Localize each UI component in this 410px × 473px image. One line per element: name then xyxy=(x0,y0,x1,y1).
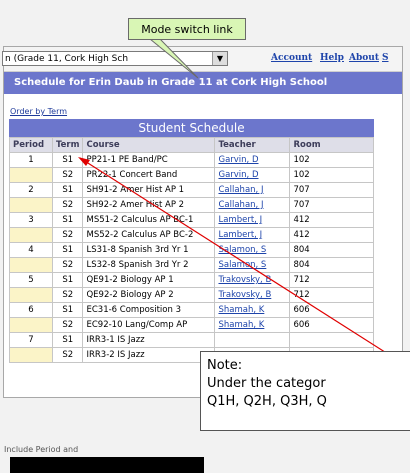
note-line-3: Q1H, Q2H, Q3H, Q xyxy=(207,394,327,409)
note-box: Note: Under the categor Q1H, Q2H, Q3H, Q xyxy=(200,351,410,431)
note-label: Note: xyxy=(207,358,243,373)
note-arrow-head xyxy=(78,157,90,166)
black-bar xyxy=(10,457,204,473)
callout-tail xyxy=(148,38,199,79)
bottom-strip: Include Period and xyxy=(4,443,204,473)
note-line-2: Under the categor xyxy=(207,376,326,391)
mode-switch-callout: Mode switch link xyxy=(128,18,246,40)
note-arrow-line xyxy=(79,157,410,369)
bottom-text: Include Period and xyxy=(4,445,79,454)
